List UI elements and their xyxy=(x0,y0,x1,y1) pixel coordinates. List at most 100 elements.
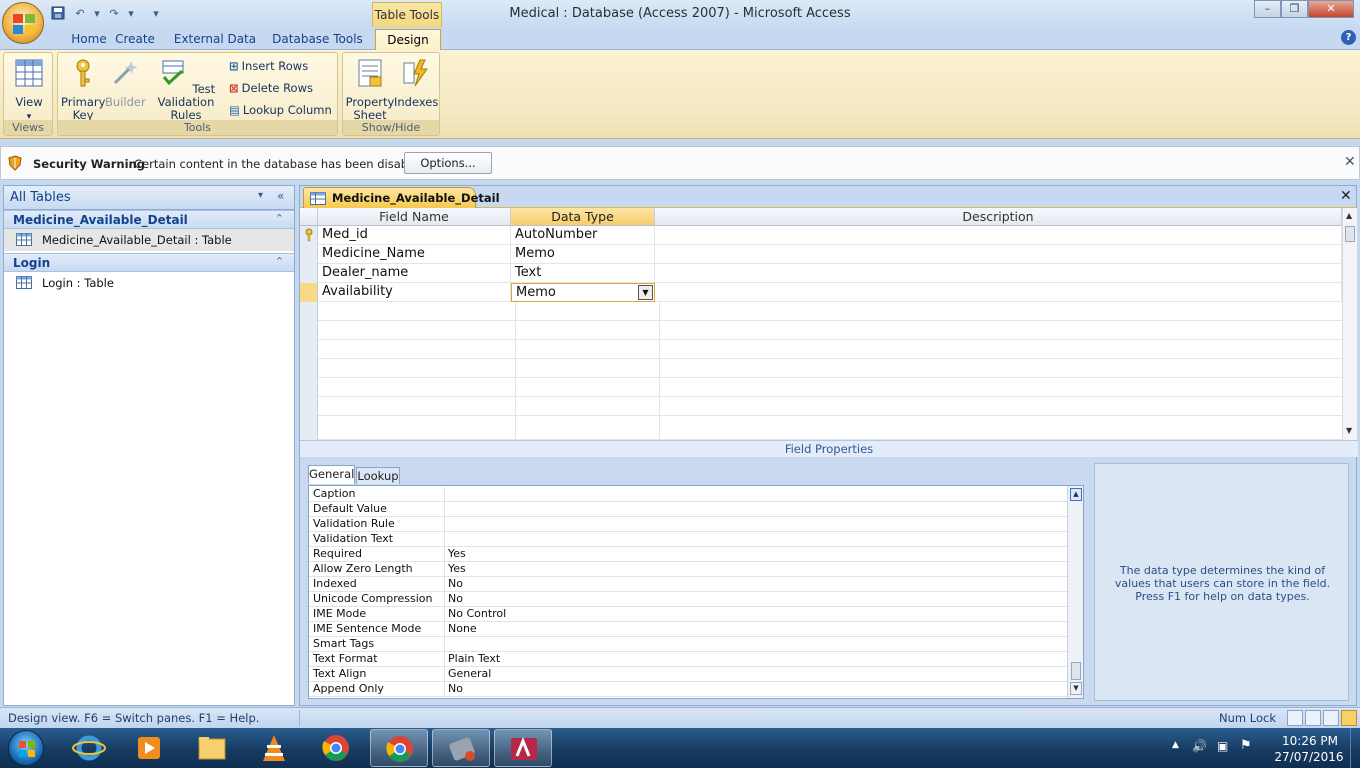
property-value[interactable]: No Control xyxy=(444,607,1064,622)
nav-pane-header[interactable]: All Tables ▾ « xyxy=(4,186,294,210)
property-value[interactable]: Yes xyxy=(444,547,1064,562)
field-name-cell[interactable]: Med_id xyxy=(318,226,511,245)
save-icon[interactable] xyxy=(50,5,66,21)
row-selector[interactable] xyxy=(300,226,318,245)
row-selector[interactable] xyxy=(300,397,318,416)
taskbar-media-player[interactable] xyxy=(120,729,178,767)
property-value[interactable]: No xyxy=(444,682,1064,697)
nav-item-medicine-table[interactable]: Medicine_Available_Detail : Table xyxy=(4,229,294,251)
empty-row[interactable] xyxy=(300,416,1342,440)
field-name-cell[interactable]: Medicine_Name xyxy=(318,245,511,264)
test-validation-rules-button[interactable]: Test Validation Rules xyxy=(146,57,226,122)
insert-rows-button[interactable]: ⊞ Insert Rows xyxy=(229,58,308,74)
data-type-cell[interactable]: Memo xyxy=(511,245,655,264)
clock-time[interactable]: 10:26 PM xyxy=(1280,734,1340,748)
customize-qat-icon[interactable]: ▾ xyxy=(148,5,164,21)
empty-row[interactable] xyxy=(300,340,1342,359)
show-desktop-button[interactable] xyxy=(1350,728,1360,768)
property-value[interactable] xyxy=(444,637,1064,652)
scroll-up-icon[interactable]: ▲ xyxy=(1346,211,1352,220)
tab-design[interactable]: Design xyxy=(375,29,441,50)
row-selector[interactable] xyxy=(300,416,318,440)
scroll-thumb[interactable] xyxy=(1071,662,1081,680)
tab-external-data[interactable]: External Data xyxy=(172,29,258,50)
field-name-cell[interactable]: Dealer_name xyxy=(318,264,511,283)
empty-row[interactable] xyxy=(300,359,1342,378)
description-cell[interactable] xyxy=(655,245,1342,264)
description-cell[interactable] xyxy=(655,264,1342,283)
column-header-field-name[interactable]: Field Name xyxy=(318,208,511,226)
property-row[interactable]: Validation Text xyxy=(309,532,1067,547)
taskbar-chrome[interactable] xyxy=(307,729,365,767)
empty-row[interactable] xyxy=(300,378,1342,397)
nav-item-login-table[interactable]: Login : Table xyxy=(4,272,294,294)
show-hidden-icons-icon[interactable]: ▲ xyxy=(1172,740,1179,750)
taskbar-access[interactable] xyxy=(494,729,552,767)
builder-button[interactable]: Builder xyxy=(105,57,146,109)
description-cell[interactable] xyxy=(655,226,1342,245)
data-type-cell[interactable]: Text xyxy=(511,264,655,283)
tab-general[interactable]: General xyxy=(308,465,355,484)
property-row[interactable]: Append Only No xyxy=(309,682,1067,697)
datasheet-view-icon[interactable] xyxy=(1287,710,1303,726)
table-row[interactable]: Medicine_Name Memo xyxy=(300,245,1342,264)
property-value[interactable]: General xyxy=(444,667,1064,682)
row-selector[interactable] xyxy=(300,340,318,359)
table-row[interactable]: Availability Memo ▼ xyxy=(300,283,1342,302)
column-header-data-type[interactable]: Data Type xyxy=(511,208,655,226)
office-button[interactable] xyxy=(2,2,44,44)
row-selector[interactable] xyxy=(300,359,318,378)
description-cell[interactable] xyxy=(655,283,1342,302)
field-name-cell[interactable]: Availability xyxy=(318,283,511,302)
row-selector[interactable] xyxy=(300,245,318,264)
undo-dropdown-icon[interactable]: ▾ xyxy=(94,5,100,21)
property-row[interactable]: IME Sentence Mode None xyxy=(309,622,1067,637)
taskbar-chrome-active[interactable] xyxy=(370,729,428,767)
delete-rows-button[interactable]: ⊠ Delete Rows xyxy=(229,80,313,96)
taskbar-ie[interactable] xyxy=(60,729,118,767)
network-icon[interactable]: ▣ xyxy=(1217,739,1228,753)
property-value[interactable]: None xyxy=(444,622,1064,637)
property-row[interactable]: IME Mode No Control xyxy=(309,607,1067,622)
options-button[interactable]: Options... xyxy=(404,152,492,174)
table-row[interactable]: Med_id AutoNumber xyxy=(300,226,1342,245)
close-button[interactable]: ✕ xyxy=(1308,0,1354,18)
property-value[interactable]: Plain Text xyxy=(444,652,1064,667)
empty-row[interactable] xyxy=(300,321,1342,340)
data-type-cell[interactable]: AutoNumber xyxy=(511,226,655,245)
tab-create[interactable]: Create xyxy=(110,29,160,50)
tab-database-tools[interactable]: Database Tools xyxy=(270,29,365,50)
action-center-flag-icon[interactable]: ⚑ xyxy=(1240,738,1252,753)
view-button[interactable]: View ▾ xyxy=(8,57,50,124)
taskbar-file-explorer[interactable] xyxy=(183,729,241,767)
tab-lookup[interactable]: Lookup xyxy=(356,467,400,484)
undo-icon[interactable]: ↶ xyxy=(72,5,88,21)
scroll-down-icon[interactable]: ▼ xyxy=(1070,682,1082,695)
property-value[interactable] xyxy=(444,517,1064,532)
property-row[interactable]: Caption xyxy=(309,487,1067,502)
property-row[interactable]: Text Align General xyxy=(309,667,1067,682)
property-row[interactable]: Unicode Compression No xyxy=(309,592,1067,607)
property-value[interactable]: No xyxy=(444,577,1064,592)
property-value[interactable]: Yes xyxy=(444,562,1064,577)
redo-dropdown-icon[interactable]: ▾ xyxy=(128,5,134,21)
column-header-description[interactable]: Description xyxy=(655,208,1342,226)
table-row[interactable]: Dealer_name Text xyxy=(300,264,1342,283)
pivottable-view-icon[interactable] xyxy=(1305,710,1321,726)
primary-key-button[interactable]: Primary Key xyxy=(61,57,105,122)
property-value[interactable] xyxy=(444,487,1064,502)
chevron-down-icon[interactable]: ▼ xyxy=(638,285,653,300)
clock-date[interactable]: 27/07/2016 xyxy=(1274,750,1344,764)
grid-corner[interactable] xyxy=(300,208,318,226)
grid-vertical-scrollbar[interactable]: ▲ ▼ xyxy=(1342,208,1357,440)
collapse-group-icon[interactable]: ⌃ xyxy=(275,255,284,268)
property-row[interactable]: Smart Tags xyxy=(309,637,1067,652)
property-scrollbar[interactable]: ▲ ▼ xyxy=(1067,486,1083,698)
start-button[interactable] xyxy=(8,730,44,766)
property-row[interactable]: Text Format Plain Text xyxy=(309,652,1067,667)
row-selector[interactable] xyxy=(300,264,318,283)
nav-dropdown-icon[interactable]: ▾ xyxy=(258,190,263,201)
scroll-thumb[interactable] xyxy=(1345,226,1355,242)
row-selector[interactable] xyxy=(300,378,318,397)
taskbar-vlc[interactable] xyxy=(245,729,303,767)
